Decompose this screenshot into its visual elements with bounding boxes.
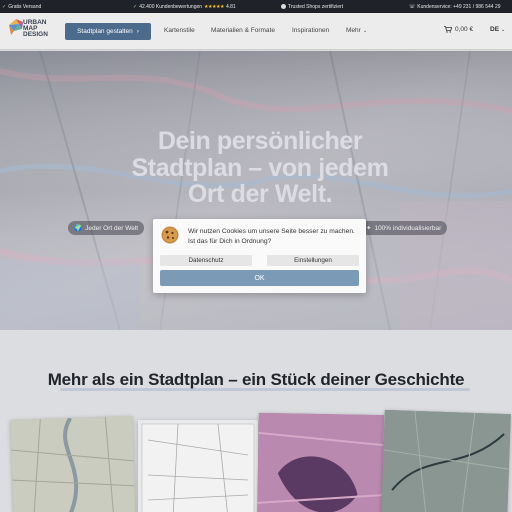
- design-map-button[interactable]: Stadtplan gestalten ›: [65, 23, 151, 40]
- arrow-right-icon: ›: [136, 28, 139, 35]
- sparkle-icon: ✦: [366, 225, 372, 232]
- reviews-info[interactable]: ✓ 42.400 Kundenbewertungen ★★★★★ 4.81: [133, 4, 236, 10]
- logo-text[interactable]: URBAN MAP DESIGN: [23, 19, 48, 39]
- globe-icon: 🌍: [74, 225, 83, 232]
- nav-item-mehr[interactable]: Mehr ⌄: [346, 27, 367, 34]
- reviews-text: 42.400 Kundenbewertungen: [139, 3, 203, 10]
- chip-label: Jeder Ort der Welt: [85, 224, 139, 232]
- top-info-bar: ✓ Gratis Versand ✓ 42.400 Kundenbewertun…: [0, 0, 512, 13]
- map-poster-3[interactable]: [257, 412, 384, 512]
- nav-item-materialien[interactable]: Materialien & Formate: [211, 27, 275, 34]
- check-icon: ✓: [2, 3, 7, 10]
- feature-chip-worldwide: 🌍 Jeder Ort der Welt: [68, 221, 145, 235]
- accept-ok-button[interactable]: OK: [160, 270, 359, 286]
- map-illustration: [257, 412, 384, 512]
- language-label: DE: [490, 26, 500, 33]
- section-title: Mehr als ein Stadtplan – ein Stück deine…: [47, 370, 465, 389]
- cookie-icon: [161, 226, 179, 244]
- map-illustration: [10, 415, 136, 512]
- check-icon: ✓: [133, 3, 138, 10]
- cart-total: 0,00 €: [455, 26, 474, 33]
- map-poster-1[interactable]: [10, 415, 136, 512]
- trusted-shops-icon: [281, 4, 286, 9]
- logo-line-3: DESIGN: [23, 31, 48, 39]
- nav-item-kartenstile[interactable]: Kartenstile: [164, 27, 195, 34]
- trusted-info[interactable]: Trusted Shops zertifiziert: [281, 4, 343, 10]
- service-text: Kundenservice: +49 231 / 986 544 29: [417, 3, 501, 10]
- nav-item-inspirationen[interactable]: Inspirationen: [292, 27, 329, 34]
- service-info[interactable]: ☏ Kundenservice: +49 231 / 986 544 29: [409, 4, 501, 10]
- chevron-down-icon: ⌄: [501, 26, 506, 33]
- language-selector[interactable]: DE ⌄: [490, 26, 505, 33]
- map-illustration: [381, 409, 511, 512]
- shipping-text: Gratis Versand: [8, 3, 42, 10]
- nav-label: Mehr: [346, 27, 361, 34]
- nav-label: Materialien & Formate: [211, 27, 275, 34]
- chevron-down-icon: ⌄: [362, 27, 368, 34]
- settings-button[interactable]: Einstellungen: [267, 255, 359, 266]
- cart-button[interactable]: 0,00 €: [444, 26, 473, 33]
- cta-label: Stadtplan gestalten: [77, 28, 133, 35]
- feature-chip-customizable: ✦ 100% individualisierbar: [360, 221, 448, 235]
- cart-icon: [444, 26, 452, 33]
- nav-label: Inspirationen: [292, 27, 330, 34]
- rating-value: 4.81: [225, 3, 236, 10]
- chip-label: 100% individualisierbar: [374, 224, 442, 232]
- shipping-info: ✓ Gratis Versand: [2, 4, 41, 10]
- map-poster-4[interactable]: [381, 409, 511, 512]
- site-header: URBAN MAP DESIGN Stadtplan gestalten › K…: [0, 13, 512, 50]
- headset-icon: ☏: [409, 3, 416, 10]
- hero-title: Dein persönlicher Stadtplan – von jedem …: [131, 127, 389, 208]
- privacy-button[interactable]: Datenschutz: [160, 255, 252, 266]
- rating-stars: ★★★★★: [204, 3, 224, 10]
- nav-label: Kartenstile: [164, 27, 195, 34]
- cookie-message: Wir nutzen Cookies um unsere Seite besse…: [188, 228, 355, 245]
- cookie-consent-dialog: Wir nutzen Cookies um unsere Seite besse…: [153, 219, 366, 293]
- trusted-text: Trusted Shops zertifiziert: [288, 3, 344, 10]
- map-poster-2[interactable]: [138, 420, 258, 512]
- story-section: Mehr als ein Stadtplan – ein Stück deine…: [0, 330, 512, 512]
- map-illustration: [141, 423, 255, 512]
